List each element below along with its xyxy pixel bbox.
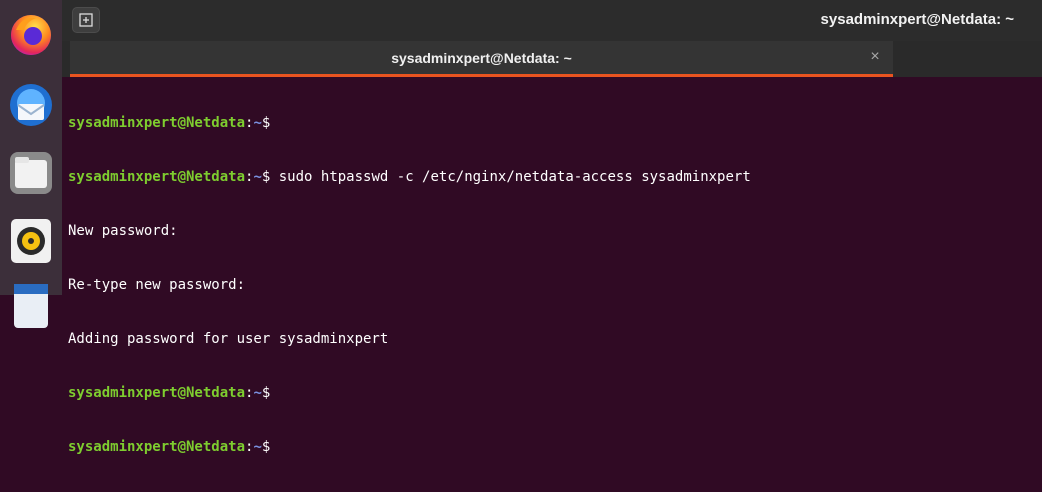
prompt-path: ~ xyxy=(253,439,262,455)
prompt-user: sysadminxpert@Netdata xyxy=(68,439,246,455)
output-line: New password: xyxy=(68,223,178,239)
prompt-user: sysadminxpert@Netdata xyxy=(68,169,246,185)
command-text: sudo htpasswd -c /etc/nginx/netdata-acce… xyxy=(270,169,751,185)
terminal-output: sysadminxpert@Netdata:~$ sysadminxpert@N… xyxy=(68,78,751,492)
terminal-tab[interactable]: sysadminxpert@Netdata: ~ × xyxy=(70,41,893,77)
prompt-symbol: $ xyxy=(261,439,271,455)
prompt-symbol: $ xyxy=(261,385,271,401)
output-line: Adding password for user sysadminxpert xyxy=(68,331,389,347)
prompt-path: ~ xyxy=(253,115,262,131)
new-tab-icon xyxy=(79,13,93,27)
dock xyxy=(0,0,62,328)
prompt-symbol: $ xyxy=(261,115,271,131)
close-icon[interactable]: × xyxy=(865,47,885,67)
title-bar: sysadminxpert@Netdata: ~ xyxy=(62,0,1042,41)
output-line: Re-type new password: xyxy=(68,277,246,293)
firefox-icon[interactable] xyxy=(6,10,56,60)
prompt-user: sysadminxpert@Netdata xyxy=(68,385,246,401)
files-icon[interactable] xyxy=(6,148,56,198)
prompt-user: sysadminxpert@Netdata xyxy=(68,115,246,131)
tab-label: sysadminxpert@Netdata: ~ xyxy=(391,50,572,66)
prompt-line: sysadminxpert@Netdata:~$ xyxy=(68,384,751,402)
prompt-separator: : xyxy=(245,385,254,401)
prompt-line: sysadminxpert@Netdata:~$ xyxy=(68,438,751,456)
thunderbird-icon[interactable] xyxy=(6,80,56,130)
new-tab-button[interactable] xyxy=(72,7,100,33)
tab-bar: sysadminxpert@Netdata: ~ × xyxy=(62,41,1042,77)
prompt-path: ~ xyxy=(253,385,262,401)
libreoffice-writer-icon[interactable] xyxy=(6,282,56,332)
prompt-line: sysadminxpert@Netdata:~$ xyxy=(68,114,751,132)
terminal-area[interactable]: sysadminxpert@Netdata:~$ sysadminxpert@N… xyxy=(62,77,1042,455)
window-title: sysadminxpert@Netdata: ~ xyxy=(820,11,1014,28)
command-line: sysadminxpert@Netdata:~$ sudo htpasswd -… xyxy=(68,168,751,186)
prompt-path: ~ xyxy=(253,169,262,185)
prompt-separator: : xyxy=(245,439,254,455)
rhythmbox-icon[interactable] xyxy=(6,216,56,266)
